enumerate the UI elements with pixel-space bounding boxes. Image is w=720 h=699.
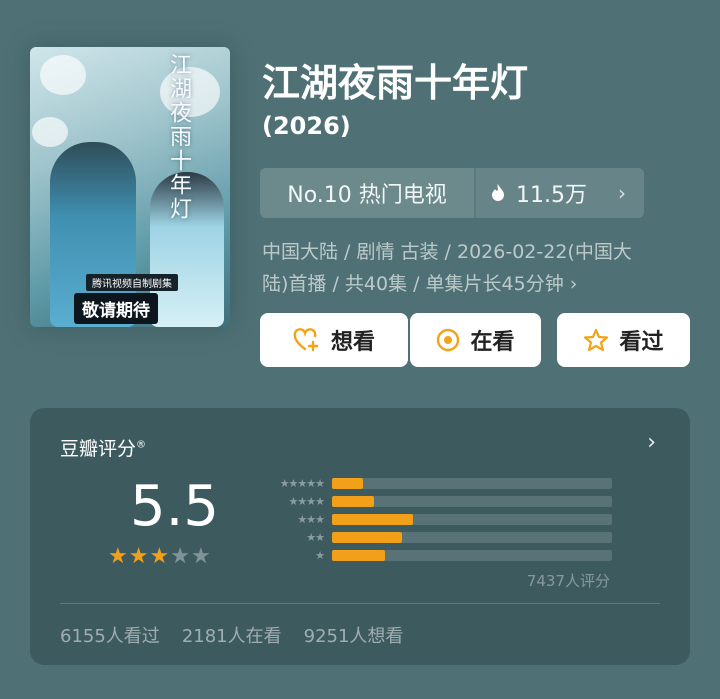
- rating-bar-track: [332, 531, 612, 543]
- poster-calligraphy-title: 江湖夜雨十年灯: [166, 53, 191, 221]
- show-meta[interactable]: 中国大陆 / 剧情 古装 / 2026-02-22(中国大 陆)首播 / 共40…: [262, 236, 692, 300]
- rating-row-1-star: ★: [254, 546, 612, 564]
- rating-count[interactable]: 7437人评分: [527, 570, 610, 591]
- rating-bar-fill: [332, 495, 374, 507]
- target-icon: [437, 328, 460, 352]
- rating-title-text: 豆瓣评分: [60, 438, 137, 460]
- heart-plus-icon: [293, 328, 319, 352]
- rank-label[interactable]: No.10 热门电视: [260, 168, 476, 218]
- rating-bar-fill: [332, 549, 385, 561]
- rating-bar-fill: [332, 513, 413, 525]
- registered-mark: ®: [136, 439, 147, 451]
- rating-row-5-star: ★★★★★: [254, 474, 612, 492]
- star-filled-icon: ★: [108, 544, 129, 569]
- rating-score: 5.5: [130, 474, 220, 539]
- rating-row-4-star: ★★★★: [254, 492, 612, 510]
- want-count[interactable]: 9251人想看: [304, 622, 404, 648]
- show-year: (2026): [262, 112, 351, 140]
- row-star-icons: ★★★: [297, 512, 325, 526]
- divider: [60, 603, 660, 604]
- want-label: 想看: [330, 330, 375, 355]
- row-star-icons: ★★★★: [288, 494, 325, 508]
- want-to-watch-button[interactable]: 想看: [260, 313, 408, 367]
- rating-bar-track: [332, 495, 612, 507]
- poster-tag-small: 腾讯视频自制剧集: [86, 274, 178, 291]
- rating-stars: ★★★★★: [108, 544, 212, 569]
- douban-rating-panel[interactable]: 豆瓣评分® › 5.5 ★★★★★ ★★★★★ ★★★★ ★★★ ★★ ★ 7437人评…: [30, 408, 690, 665]
- star-outline-icon: [584, 328, 609, 352]
- audience-stats: 6155人看过 2181人在看 9251人想看: [60, 622, 403, 648]
- rating-bar-fill: [332, 477, 363, 489]
- rating-bar-track: [332, 549, 612, 561]
- rating-bar-track: [332, 513, 612, 525]
- star-empty-icon: ★: [170, 544, 191, 569]
- row-star-icons: ★★★★★: [279, 476, 325, 490]
- heat-section[interactable]: 11.5万 ›: [476, 168, 644, 218]
- chevron-right-icon: ›: [618, 181, 626, 205]
- watched-label: 看过: [619, 330, 664, 355]
- show-title: 江湖夜雨十年灯: [262, 61, 529, 105]
- flame-icon: [492, 184, 504, 201]
- star-filled-icon: ★: [149, 544, 171, 569]
- rating-bar-fill: [332, 531, 402, 543]
- blossom-decoration: [40, 55, 86, 95]
- heat-value: 11.5万: [516, 183, 587, 208]
- watching-button[interactable]: 在看: [410, 313, 541, 367]
- star-empty-icon: ★: [190, 544, 212, 569]
- rank-heat-bar[interactable]: No.10 热门电视 11.5万 ›: [260, 168, 644, 218]
- rating-bar-track: [332, 477, 612, 489]
- rating-distribution: ★★★★★ ★★★★ ★★★ ★★ ★: [254, 474, 612, 564]
- meta-line: 中国大陆 / 剧情 古装 / 2026-02-22(中国大: [262, 241, 632, 263]
- star-filled-icon: ★: [128, 544, 150, 569]
- watched-button[interactable]: 看过: [557, 313, 690, 367]
- chevron-right-icon[interactable]: ›: [647, 430, 656, 455]
- poster-tag-large: 敬请期待: [74, 293, 158, 324]
- poster-image[interactable]: 江湖夜雨十年灯 腾讯视频自制剧集 敬请期待: [30, 47, 230, 327]
- meta-line: 陆)首播 / 共40集 / 单集片长45分钟 ›: [262, 273, 578, 295]
- blossom-decoration: [32, 117, 68, 147]
- row-star-icons: ★★: [306, 530, 325, 544]
- watching-count[interactable]: 2181人在看: [182, 622, 282, 648]
- row-star-icons: ★: [315, 548, 325, 562]
- rating-row-2-star: ★★: [254, 528, 612, 546]
- rating-panel-title: 豆瓣评分®: [60, 434, 146, 461]
- rating-row-3-star: ★★★: [254, 510, 612, 528]
- watched-count[interactable]: 6155人看过: [60, 622, 160, 648]
- watching-label: 在看: [470, 330, 515, 355]
